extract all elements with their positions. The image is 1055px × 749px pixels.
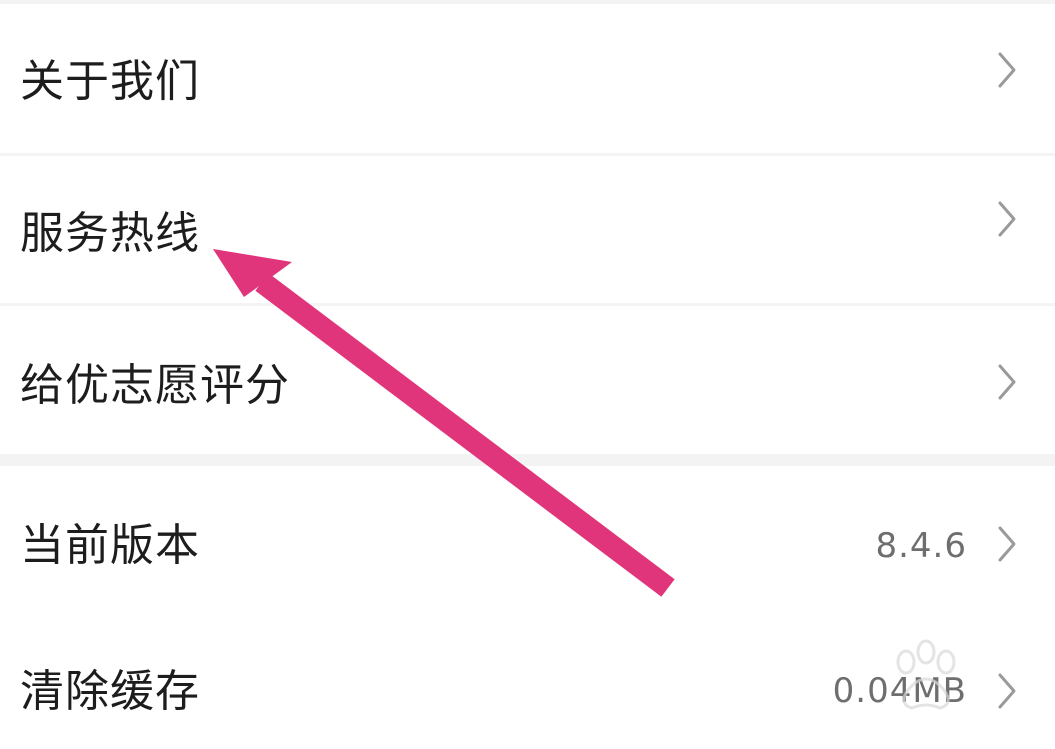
- cache-size-value: 0.04MB: [832, 671, 967, 711]
- settings-item-about-us[interactable]: 关于我们: [0, 4, 1055, 154]
- chevron-right-icon: [998, 364, 1016, 400]
- settings-item-current-version[interactable]: 当前版本 8.4.6: [0, 466, 1055, 616]
- settings-item-label: 关于我们: [20, 56, 200, 107]
- section-separator: [0, 454, 1055, 466]
- chevron-right-icon: [998, 526, 1016, 562]
- settings-item-service-hotline[interactable]: 服务热线: [0, 156, 1055, 306]
- settings-item-label: 当前版本: [20, 520, 200, 571]
- settings-item-clear-cache[interactable]: 清除缓存 0.04MB: [0, 616, 1055, 749]
- chevron-right-icon: [998, 52, 1016, 88]
- settings-item-rate-app[interactable]: 给优志愿评分: [0, 306, 1055, 456]
- chevron-right-icon: [998, 673, 1016, 709]
- version-value: 8.4.6: [875, 526, 967, 566]
- chevron-right-icon: [998, 201, 1016, 237]
- settings-item-label: 给优志愿评分: [20, 360, 290, 411]
- settings-screen: 关于我们 服务热线 给优志愿评分 当前版本 8.4.6 清除缓存 0.04MB: [0, 0, 1055, 749]
- settings-item-label: 服务热线: [20, 208, 200, 259]
- settings-item-label: 清除缓存: [20, 666, 200, 717]
